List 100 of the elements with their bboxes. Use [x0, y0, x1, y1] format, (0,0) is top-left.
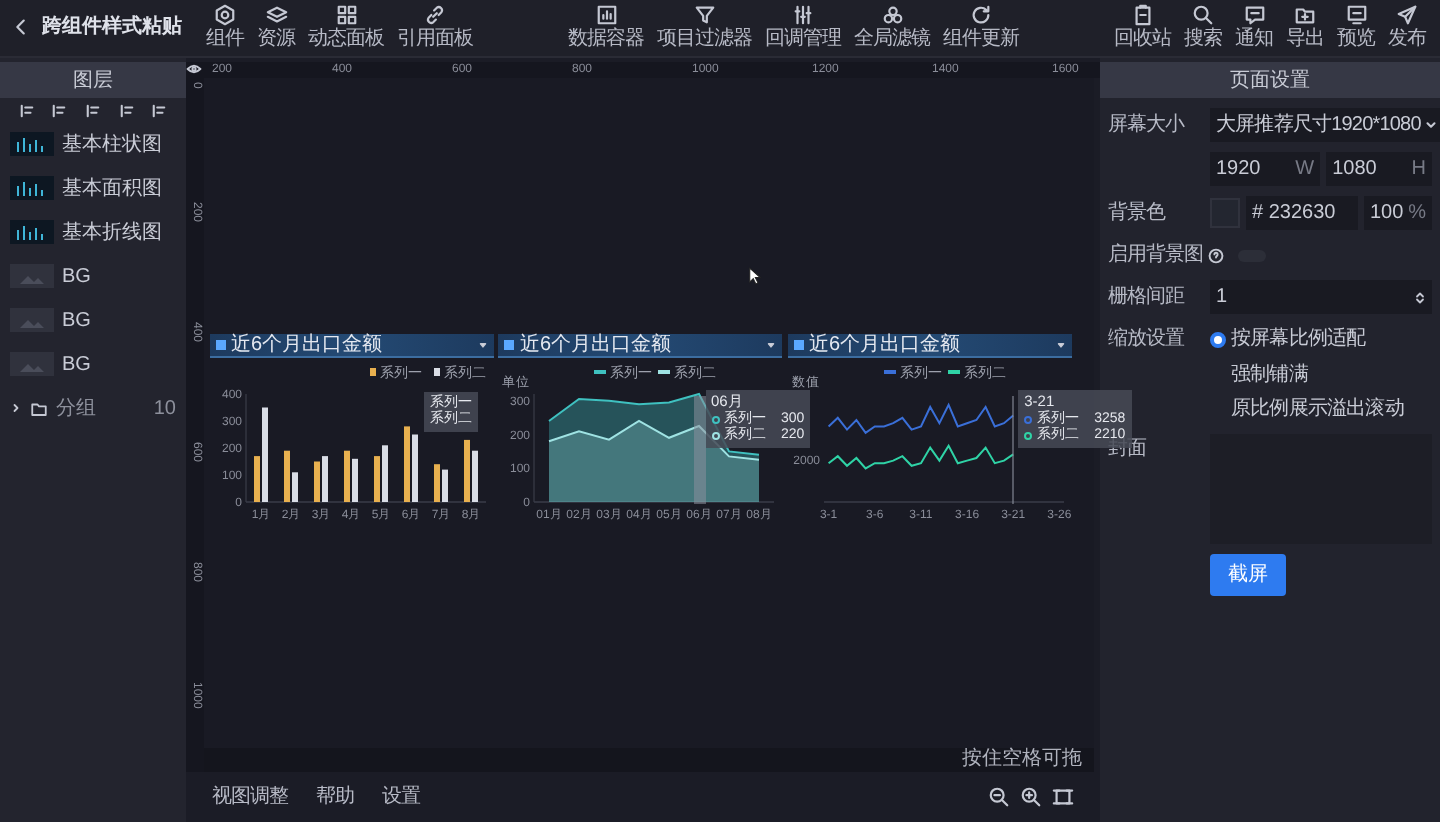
screenshot-button[interactable]: 截屏 — [1210, 554, 1286, 597]
radio-option[interactable]: 强制铺满 — [1231, 359, 1308, 390]
toolbar-button[interactable]: 回收站 — [1110, 4, 1175, 51]
toolbar-button[interactable]: 资源 — [253, 4, 299, 51]
zoom-in-icon[interactable] — [1020, 786, 1042, 809]
project-title: 跨组件样式粘贴 — [42, 13, 182, 43]
layer-item[interactable]: BG — [0, 254, 186, 299]
chart-title: 近6个月出口金额 — [520, 331, 674, 360]
bar[interactable] — [381, 444, 387, 502]
align-icon[interactable] — [19, 103, 34, 118]
fit-screen-icon[interactable] — [1052, 786, 1074, 809]
bar[interactable] — [321, 455, 327, 502]
chart-title: 近6个月出口金额 — [231, 331, 385, 360]
bar[interactable] — [343, 450, 349, 502]
field-label: 背景色 — [1108, 199, 1168, 229]
chart-title: 近6个月出口金额 — [809, 331, 963, 360]
search-icon — [1192, 4, 1214, 27]
caret-icon — [766, 339, 776, 350]
grid-icon — [335, 4, 357, 27]
hexagon-icon — [214, 4, 236, 27]
clipboard-icon — [1131, 4, 1154, 27]
field-label: 启用背景图 — [1108, 241, 1203, 271]
layer-item[interactable]: 基本折线图 — [0, 210, 186, 255]
legend-swatch-icon — [658, 369, 670, 374]
image-icon — [10, 352, 54, 377]
bar[interactable] — [373, 455, 379, 502]
size-select[interactable]: 大屏推荐尺寸1920*1080 — [1210, 108, 1440, 143]
menu-button[interactable]: 设置 — [378, 786, 424, 809]
series-dot-icon — [1024, 415, 1033, 424]
toolbar-button[interactable]: 数据容器 — [564, 4, 648, 51]
folder-icon — [30, 399, 48, 418]
toolbar-button[interactable]: 全局滤镜 — [850, 4, 934, 51]
chart-thumbnail-icon — [10, 176, 54, 201]
layers-icon — [265, 4, 287, 27]
series-dot-icon — [711, 431, 719, 440]
bar[interactable] — [463, 439, 469, 502]
layer-item[interactable]: 基本柱状图 — [0, 122, 186, 167]
layer-item[interactable]: BG — [0, 298, 186, 343]
chart-thumbnail-icon — [10, 220, 54, 245]
bar[interactable] — [433, 463, 439, 502]
caret-icon — [1055, 339, 1065, 350]
caret-icon — [477, 339, 487, 350]
layer-item[interactable]: BG — [0, 342, 186, 387]
opacity-field[interactable]: 100 % — [1364, 196, 1432, 231]
bar[interactable] — [313, 461, 319, 502]
field-label: 封面 — [1108, 437, 1148, 465]
marker-icon — [504, 339, 514, 350]
chart-thumbnail-icon — [10, 132, 54, 157]
radio-option[interactable]: 原比例展示溢出滚动 — [1231, 394, 1404, 425]
legend-swatch-icon — [369, 367, 375, 376]
toolbar-button[interactable]: 项目过滤器 — [653, 4, 756, 51]
align-icon[interactable] — [152, 103, 167, 118]
toolbar-button[interactable]: 回调管理 — [761, 4, 845, 51]
toolbar-button[interactable]: 通知 — [1231, 4, 1277, 51]
bar[interactable] — [403, 426, 409, 502]
canvas-hint: 按住空格可拖 — [204, 748, 1094, 773]
image-icon — [10, 308, 54, 333]
monitor-icon — [1345, 4, 1367, 27]
radio-icon[interactable] — [1210, 331, 1226, 348]
eye-icon — [186, 62, 202, 77]
menu-button[interactable]: 视图调整 — [208, 786, 292, 809]
toolbar-button[interactable]: 搜索 — [1180, 4, 1226, 51]
bar[interactable] — [471, 450, 477, 502]
toolbar-button[interactable]: 导出 — [1282, 4, 1328, 51]
panel-header: 图层 — [0, 62, 186, 99]
help-icon — [1208, 247, 1224, 264]
bar[interactable] — [283, 450, 289, 502]
bar[interactable] — [351, 458, 357, 502]
field-label: 栅格间距 — [1108, 283, 1187, 313]
toolbar-button[interactable]: 引用面板 — [393, 4, 477, 51]
hover-band — [693, 395, 705, 504]
zoom-out-icon[interactable] — [988, 786, 1010, 809]
series-dot-icon — [711, 415, 719, 424]
bar[interactable] — [411, 434, 417, 502]
width-field[interactable]: 1920 W — [1210, 152, 1321, 187]
toolbar-button[interactable]: 组件 — [202, 4, 248, 51]
bar[interactable] — [261, 407, 267, 502]
bar[interactable] — [253, 455, 259, 502]
number-field[interactable]: 1 — [1210, 280, 1432, 315]
height-field[interactable]: 1080 H — [1326, 152, 1432, 187]
folder-icon — [1294, 4, 1316, 27]
marker-icon — [793, 339, 803, 350]
layer-group[interactable]: 分组 10 — [0, 386, 186, 431]
toolbar-button[interactable]: 预览 — [1333, 4, 1379, 51]
align-icon[interactable] — [52, 103, 67, 118]
sliders-icon — [792, 4, 814, 27]
toolbar-button[interactable]: 发布 — [1384, 4, 1430, 51]
refresh-icon — [970, 4, 992, 27]
toolbar-button[interactable]: 动态面板 — [304, 4, 388, 51]
chart-icon — [595, 4, 617, 27]
align-icon[interactable] — [85, 103, 100, 118]
radio-option[interactable]: 按屏幕比例适配 — [1231, 324, 1366, 355]
image-icon — [10, 264, 54, 289]
menu-button[interactable]: 帮助 — [312, 786, 358, 809]
color-field[interactable]: # 232630 — [1246, 196, 1358, 231]
toolbar-button[interactable]: 组件更新 — [939, 4, 1023, 51]
bar[interactable] — [291, 471, 297, 502]
layer-item[interactable]: 基本面积图 — [0, 166, 186, 211]
bar[interactable] — [441, 469, 447, 502]
align-icon[interactable] — [119, 103, 134, 118]
